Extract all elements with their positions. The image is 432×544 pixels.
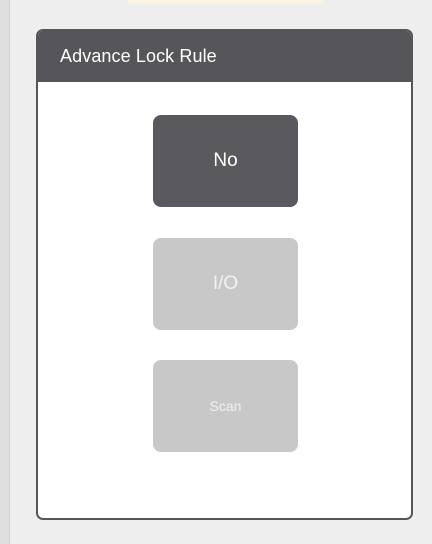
left-rail — [0, 0, 10, 544]
option-io-button[interactable]: I/O — [153, 238, 298, 330]
option-scan-button[interactable]: Scan — [153, 360, 298, 452]
top-accent-strip — [128, 0, 324, 6]
option-no-button[interactable]: No — [153, 115, 298, 207]
panel-header: Advance Lock Rule — [38, 31, 411, 82]
advance-lock-rule-panel: Advance Lock Rule No I/O Scan — [36, 29, 413, 520]
option-io-label: I/O — [212, 273, 239, 294]
option-no-label: No — [213, 150, 238, 171]
option-scan-label: Scan — [209, 398, 242, 414]
panel-title: Advance Lock Rule — [60, 46, 217, 66]
